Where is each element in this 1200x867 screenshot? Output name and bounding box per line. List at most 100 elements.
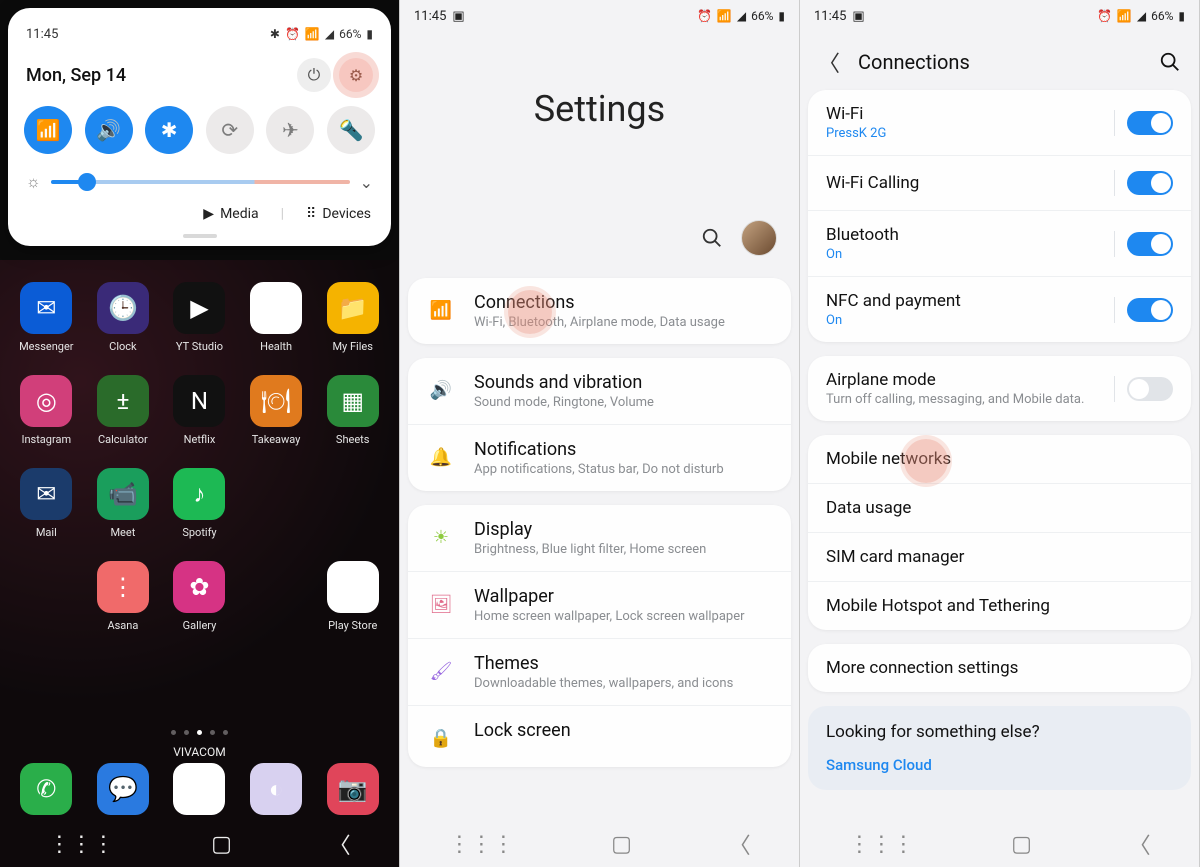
conn-row-data-usage[interactable]: Data usage [808,484,1191,533]
settings-row-connections[interactable]: 📶ConnectionsWi-Fi, Bluetooth, Airplane m… [408,278,791,344]
conn-row-wi-fi[interactable]: Wi-FiPressK 2G [808,90,1191,156]
recents-button[interactable]: ⋮⋮⋮ [848,832,914,857]
connections-header: 〈 Connections [800,32,1199,90]
app-play-store[interactable]: ▶Play Store [314,561,391,632]
toggle-wi-fi[interactable] [1127,111,1173,135]
toggle-bluetooth[interactable] [1127,232,1173,256]
app-calculator[interactable]: ±Calculator [85,375,162,446]
app-label: Calculator [98,433,148,446]
app-label: My Files [332,340,372,353]
toggle-bluetooth[interactable]: ✱ [145,106,193,154]
account-avatar[interactable] [741,220,777,256]
recents-button[interactable]: ⋮⋮⋮ [448,832,514,857]
dock-messages[interactable]: 💬 [85,763,162,815]
app-spotify[interactable]: ♪Spotify [161,468,238,539]
power-button[interactable]: ⏻ [297,58,331,92]
brightness-row: ☼ ⌄ [18,164,381,198]
app-mail[interactable]: ✉Mail [8,468,85,539]
toggle-sound[interactable]: 🔊 [85,106,133,154]
toggle-flashlight[interactable]: 🔦 [327,106,375,154]
row-title: Themes [474,653,773,674]
app-health[interactable]: ❤Health [238,282,315,353]
bluetooth-icon: ✱ [161,118,178,142]
app-icon: 🍽 [250,375,302,427]
dock-internet[interactable]: ◐ [238,763,315,815]
back-button[interactable]: 〈 [729,828,751,860]
search-icon[interactable] [701,227,723,249]
conn-row-bluetooth[interactable]: BluetoothOn [808,211,1191,277]
messages-icon: 💬 [97,763,149,815]
home-button[interactable]: ▢ [611,832,632,857]
app-icon: ✉ [20,468,72,520]
app-label: Takeaway [252,433,301,446]
app-asana[interactable]: ⋮Asana [85,561,162,632]
app-label: YT Studio [176,340,223,353]
home-button[interactable]: ▢ [1011,832,1032,857]
settings-group: 🔊Sounds and vibrationSound mode, Rington… [408,358,791,491]
app-messenger[interactable]: ✉Messenger [8,282,85,353]
toggle-airplane-mode[interactable] [1127,377,1173,401]
search-icon[interactable] [1159,51,1181,73]
screen-quick-settings: ✉Messenger🕒Clock▶YT Studio❤Health📁My Fil… [0,0,400,867]
media-button[interactable]: ▶Media [203,206,258,222]
conn-row-sim-card-manager[interactable]: SIM card manager [808,533,1191,582]
settings-row-display[interactable]: ☀DisplayBrightness, Blue light filter, H… [408,505,791,572]
dock-camera[interactable]: 📷 [314,763,391,815]
settings-row-notifications[interactable]: 🔔NotificationsApp notifications, Status … [408,425,791,491]
back-button[interactable]: 〈 [329,828,351,860]
toggle-wi-fi-calling[interactable] [1127,171,1173,195]
toggle-rotation[interactable]: ⟳ [206,106,254,154]
chevron-down-icon[interactable]: ⌄ [360,173,373,192]
back-button[interactable]: 〈 [1129,828,1151,860]
app-my-files[interactable]: 📁My Files [314,282,391,353]
app-yt-studio[interactable]: ▶YT Studio [161,282,238,353]
app-gallery[interactable]: ✿Gallery [161,561,238,632]
dock-chrome[interactable]: ◉ [161,763,238,815]
app-netflix[interactable]: NNetflix [161,375,238,446]
conn-row-mobile-networks[interactable]: Mobile networks [808,435,1191,484]
conn-row-airplane-mode[interactable]: Airplane modeTurn off calling, messaging… [808,356,1191,421]
drag-handle[interactable] [183,234,217,238]
conn-row-nfc-and-payment[interactable]: NFC and paymentOn [808,277,1191,342]
signal-icon: ◢ [1137,9,1146,23]
settings-row-lock-screen[interactable]: 🔒Lock screen [408,706,791,767]
back-icon[interactable]: 〈 [818,46,840,78]
connections-group: More connection settings [808,644,1191,692]
app-takeaway[interactable]: 🍽 Takeaway [238,375,315,446]
brightness-slider[interactable] [51,180,350,184]
app-label: Play Store [328,619,377,632]
toggle-nfc-and-payment[interactable] [1127,298,1173,322]
row-subtitle: Turn off calling, messaging, and Mobile … [826,392,1114,407]
row-title: More connection settings [826,658,1173,678]
row-title: Mobile Hotspot and Tethering [826,596,1173,616]
toggle-airplane[interactable]: ✈ [266,106,314,154]
app-meet[interactable]: 📹Meet [85,468,162,539]
row-title: Mobile networks [826,449,1173,469]
row-subtitle: PressK 2G [826,126,1114,141]
screenshot-icon: ▣ [452,9,464,24]
footer-link-samsung-cloud[interactable]: Samsung Cloud [826,756,1173,774]
conn-row-mobile-hotspot-and-tethering[interactable]: Mobile Hotspot and Tethering [808,582,1191,630]
row-subtitle: Sound mode, Ringtone, Volume [474,395,773,410]
settings-row-themes[interactable]: 🖌ThemesDownloadable themes, wallpapers, … [408,639,791,706]
dock-phone[interactable]: ✆ [8,763,85,815]
settings-button[interactable]: ⚙ [339,58,373,92]
settings-group: ☀DisplayBrightness, Blue light filter, H… [408,505,791,767]
devices-button[interactable]: ⠿Devices [306,206,371,222]
home-button[interactable]: ▢ [211,832,232,857]
app-sheets[interactable]: ▦Sheets [314,375,391,446]
app-instagram[interactable]: ◎Instagram [8,375,85,446]
app-icon: ⋮ [97,561,149,613]
row-subtitle: App notifications, Status bar, Do not di… [474,462,773,477]
recents-button[interactable]: ⋮⋮⋮ [48,832,114,857]
settings-row-sounds-and-vibration[interactable]: 🔊Sounds and vibrationSound mode, Rington… [408,358,791,425]
status-bar: 11:45▣ ⏰ 📶 ◢ 66% ▮ [800,0,1199,32]
conn-row-more-connection-settings[interactable]: More connection settings [808,644,1191,692]
app-clock[interactable]: 🕒Clock [85,282,162,353]
brightness-thumb[interactable] [78,173,96,191]
conn-row-wi-fi-calling[interactable]: Wi-Fi Calling [808,156,1191,211]
settings-row-wallpaper[interactable]: 🖼WallpaperHome screen wallpaper, Lock sc… [408,572,791,639]
toggle-wifi[interactable]: 📶 [24,106,72,154]
app-icon: ♪ [173,468,225,520]
panel-date[interactable]: Mon, Sep 14 [26,65,126,86]
